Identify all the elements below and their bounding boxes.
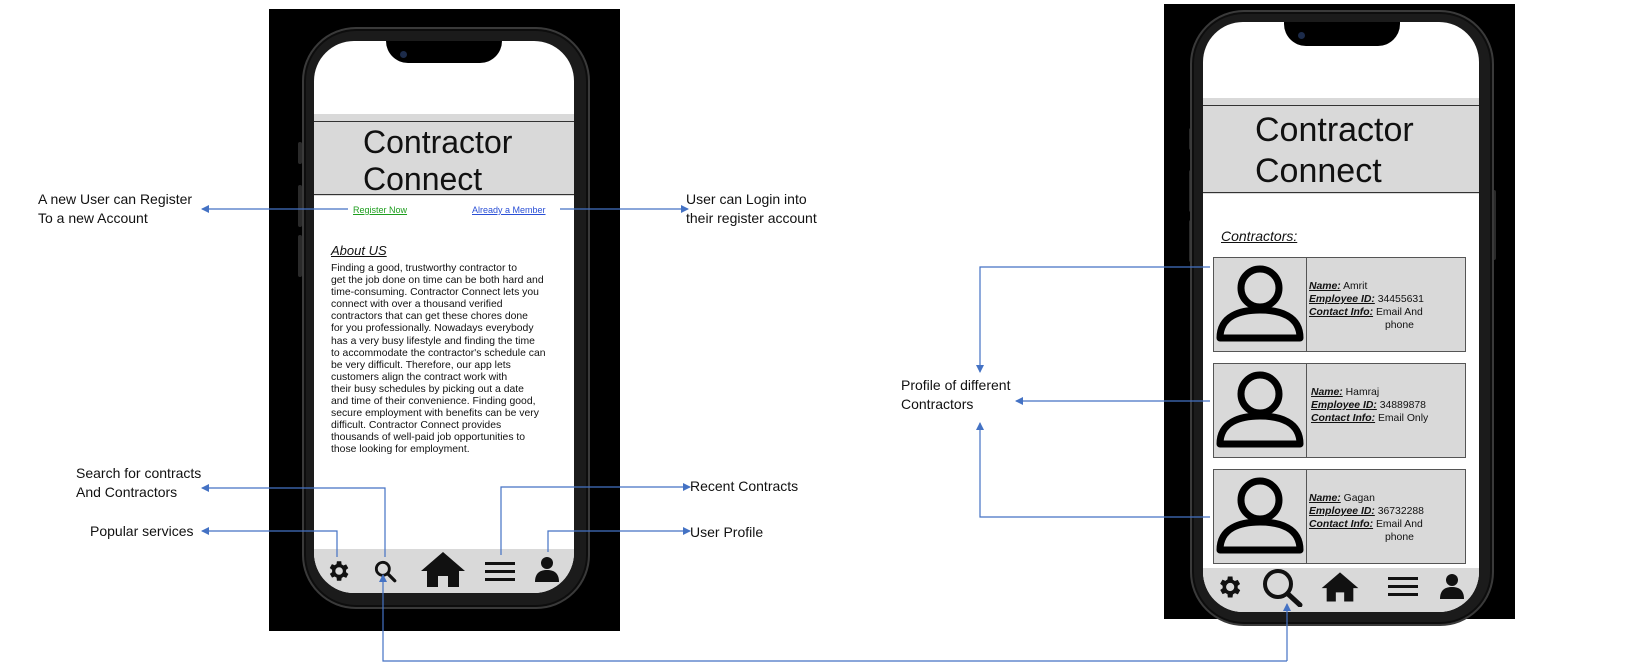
arrow-recent <box>500 483 691 555</box>
arrow-profile-card-1 <box>976 266 1210 373</box>
arrow-search-screen <box>379 574 1287 662</box>
arrow-popular <box>201 527 338 557</box>
arrow-profile-card-3 <box>976 422 1210 518</box>
arrow-profile <box>547 527 691 552</box>
arrow-search <box>201 484 386 557</box>
connector-arrows <box>201 205 1291 662</box>
